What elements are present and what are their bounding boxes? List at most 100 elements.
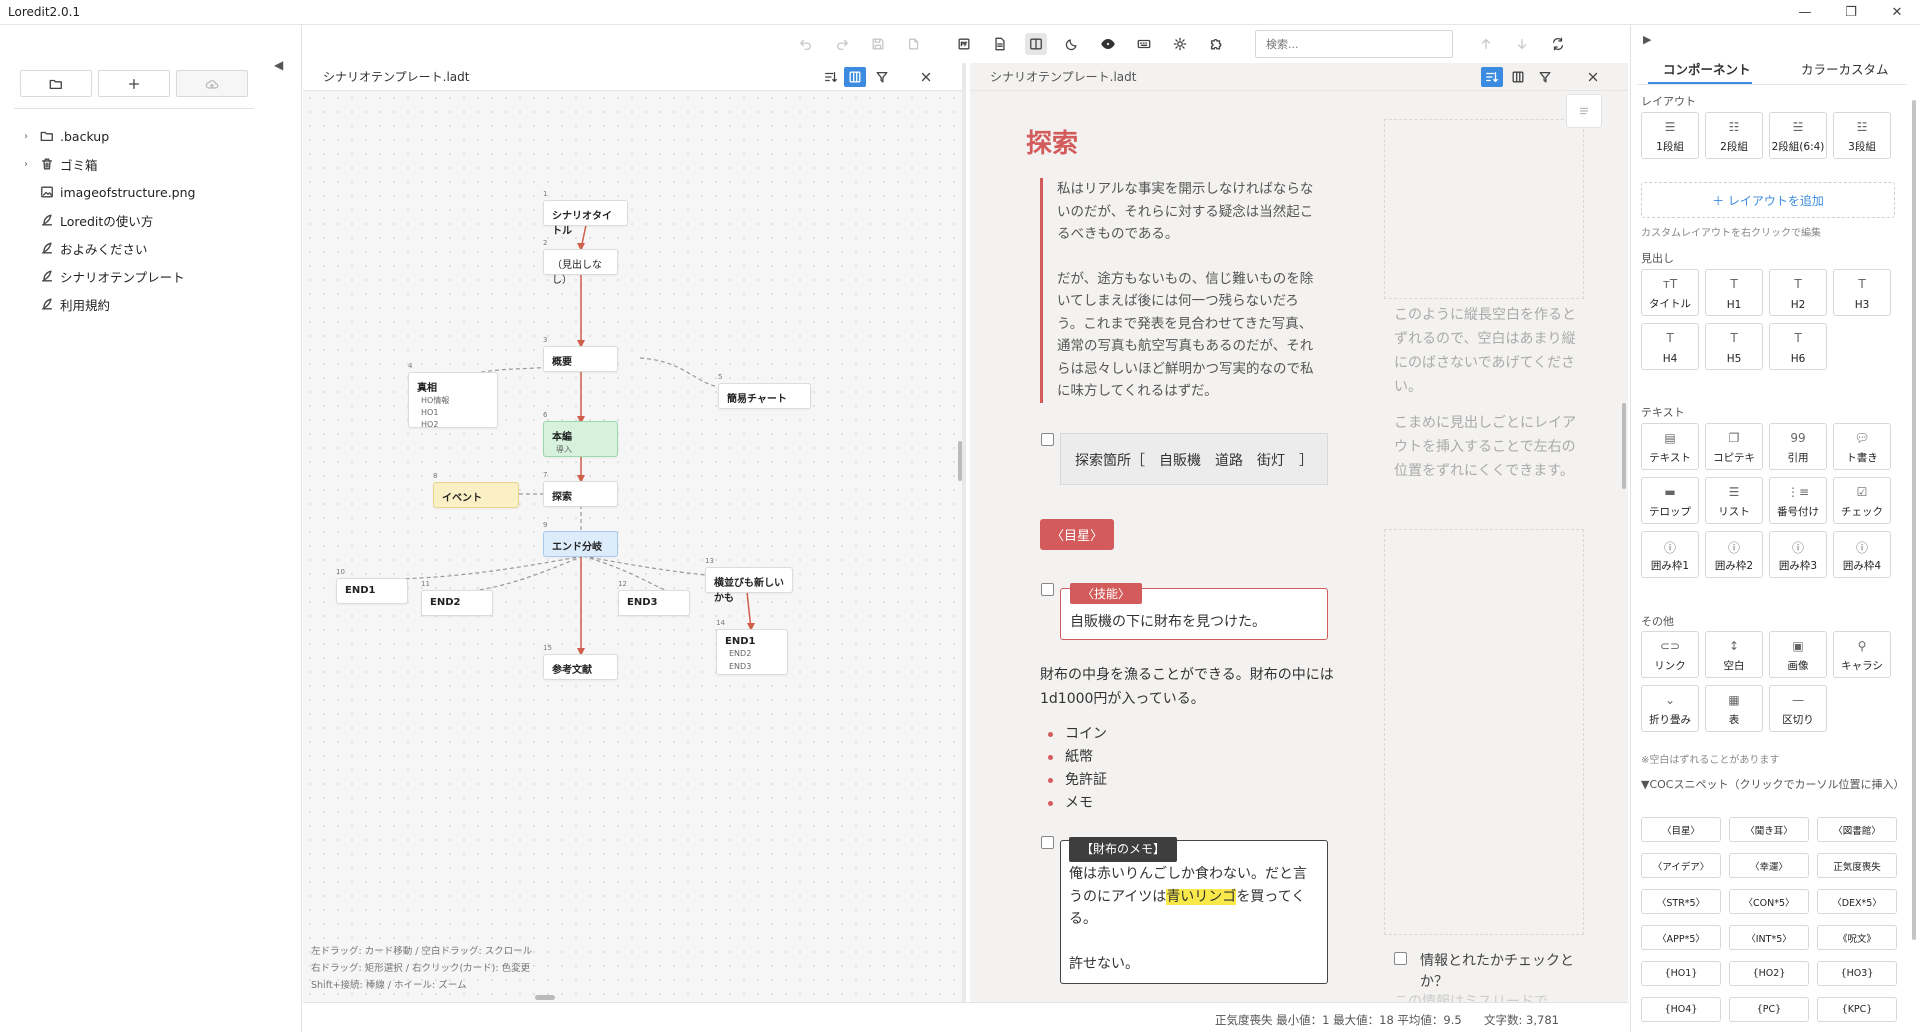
collapse-sidebar-icon[interactable]: ◀ <box>274 58 283 72</box>
heading-title-button[interactable]: ᴛT タイトル <box>1641 269 1699 316</box>
snippet-button[interactable]: {HO4} <box>1641 997 1721 1022</box>
tree-item-trash[interactable]: › ゴミ箱 <box>24 150 195 178</box>
checkbox[interactable] <box>1394 952 1407 965</box>
node-end-branch[interactable]: 9 エンド分岐 <box>543 521 618 557</box>
checkbox[interactable] <box>1041 433 1054 446</box>
heading-h6-button[interactable]: T H6 <box>1769 323 1827 370</box>
sort-button[interactable] <box>820 67 842 87</box>
search-prev-button[interactable] <box>1475 33 1497 55</box>
heading-h5-button[interactable]: T H5 <box>1705 323 1763 370</box>
outline-button[interactable] <box>1566 94 1602 128</box>
node-end2[interactable]: 11 END2 <box>421 580 493 616</box>
frame1-button[interactable]: ⓘ 囲み枠1 <box>1641 531 1699 578</box>
link-button[interactable]: ⊂⊃ リンク <box>1641 631 1699 678</box>
collapse-panel-icon[interactable]: ▶ <box>1643 33 1651 46</box>
chevron-right-icon[interactable]: › <box>24 159 34 170</box>
tree-item-readme[interactable]: およみください <box>24 234 195 262</box>
snippet-button[interactable]: 〈APP*5〉 <box>1641 925 1721 950</box>
snippet-button[interactable]: 正気度喪失 <box>1817 853 1897 878</box>
replace-button[interactable] <box>1547 33 1569 55</box>
node-end1[interactable]: 10 END1 <box>336 568 408 604</box>
save-button[interactable] <box>867 33 889 55</box>
close-pane-button[interactable] <box>915 67 937 87</box>
snippet-button[interactable]: {KPC} <box>1817 997 1897 1022</box>
node-references[interactable]: 15 参考文献 <box>543 644 618 680</box>
snippet-button[interactable]: 〈STR*5〉 <box>1641 889 1721 914</box>
canvas-horizontal-scrollbar[interactable] <box>535 995 555 1000</box>
cloud-upload-button[interactable] <box>176 70 248 97</box>
checkbox[interactable] <box>1041 583 1054 596</box>
search-input[interactable] <box>1255 30 1453 58</box>
list-button[interactable]: ☰ リスト <box>1705 477 1763 524</box>
node-truth[interactable]: 4 真相 HO情報 HO1 HO2 <box>408 362 498 429</box>
snippet-button[interactable]: {HO2} <box>1729 961 1809 986</box>
add-layout-button[interactable]: ＋ レイアウトを追加 <box>1641 182 1895 218</box>
close-window-icon[interactable]: ✕ <box>1874 0 1920 24</box>
tree-item-backup[interactable]: › .backup <box>24 122 195 150</box>
canvas-vertical-scrollbar[interactable] <box>958 441 962 481</box>
node-end-group[interactable]: 14 END1 END2 END3 <box>716 619 788 675</box>
node-event[interactable]: 8 イベント <box>433 472 519 508</box>
tree-item-howto[interactable]: Loreditの使い方 <box>24 206 195 234</box>
save-as-button[interactable] <box>903 33 925 55</box>
copy-text-button[interactable]: ❐ コピテキ <box>1705 423 1763 470</box>
snippet-button[interactable]: 〈目星〉 <box>1641 817 1721 842</box>
sort-button[interactable] <box>1481 67 1503 87</box>
node-explore[interactable]: 7 探索 <box>543 471 618 507</box>
filter-button[interactable] <box>1534 67 1556 87</box>
new-file-button[interactable] <box>98 70 170 97</box>
chevron-right-icon[interactable]: › <box>24 131 34 142</box>
filter-button[interactable] <box>871 67 893 87</box>
snippet-button[interactable]: 〈INT*5〉 <box>1729 925 1809 950</box>
tree-item-terms[interactable]: 利用規約 <box>24 290 195 318</box>
character-sheet-button[interactable]: ⚲ キャラシ <box>1833 631 1891 678</box>
close-pane-button[interactable] <box>1582 67 1604 87</box>
heading-h3-button[interactable]: T H3 <box>1833 269 1891 316</box>
node-end3[interactable]: 12 END3 <box>618 580 690 616</box>
numbered-list-button[interactable]: ⋮≡ 番号付け <box>1769 477 1827 524</box>
keyboard-button[interactable] <box>1133 33 1155 55</box>
maximize-icon[interactable]: ❐ <box>1828 0 1874 24</box>
node-main-story[interactable]: 6 本編 導入 <box>543 411 618 457</box>
node-overview[interactable]: 3 概要 <box>543 336 618 372</box>
snippet-button[interactable]: 〈図書館〉 <box>1817 817 1897 842</box>
node-simple-chart[interactable]: 5 簡易チャート <box>718 373 811 409</box>
node-horizontal[interactable]: 13 横並びも新しいかも <box>705 557 793 604</box>
checkbox[interactable] <box>1041 836 1054 849</box>
layout-toggle-button[interactable] <box>1507 67 1529 87</box>
blank-button[interactable]: ↕ 空白 <box>1705 631 1763 678</box>
settings-button[interactable] <box>1169 33 1191 55</box>
minimize-icon[interactable]: — <box>1782 0 1828 24</box>
layout-toggle-button[interactable] <box>844 67 866 87</box>
tab-components[interactable]: コンポーネント <box>1663 59 1751 78</box>
image-button[interactable]: ▣ 画像 <box>1769 631 1827 678</box>
snippet-button[interactable]: 《呪文》 <box>1817 925 1897 950</box>
flowchart-canvas[interactable]: 1 シナリオタイトル 2 （見出しなし） 3 概要 4 真相 HO情報 HO1 HO2 5 簡易… <box>303 91 962 1002</box>
tree-item-image[interactable]: imageofstructure.png <box>24 178 195 206</box>
open-folder-button[interactable] <box>20 70 92 97</box>
snippet-button[interactable]: 〈聞き耳〉 <box>1729 817 1809 842</box>
dark-mode-button[interactable] <box>1061 33 1083 55</box>
frame3-button[interactable]: ⓘ 囲み枠3 <box>1769 531 1827 578</box>
snippet-button[interactable]: 〈CON*5〉 <box>1729 889 1809 914</box>
layout-1col-button[interactable]: ☰ 1段組 <box>1641 112 1699 159</box>
redo-button[interactable] <box>831 33 853 55</box>
frame4-button[interactable]: ⓘ 囲み枠4 <box>1833 531 1891 578</box>
snippet-button[interactable]: {PC} <box>1729 997 1809 1022</box>
heading-h4-button[interactable]: T H4 <box>1641 323 1699 370</box>
node-no-heading[interactable]: 2 （見出しなし） <box>543 239 618 286</box>
heading-h2-button[interactable]: T H2 <box>1769 269 1827 316</box>
layout-2col-button[interactable]: ☷ 2段組 <box>1705 112 1763 159</box>
document-button[interactable] <box>989 33 1011 55</box>
undo-button[interactable] <box>795 33 817 55</box>
heading-h1-button[interactable]: T H1 <box>1705 269 1763 316</box>
split-view-button[interactable] <box>1025 33 1047 55</box>
snippet-button[interactable]: 〈DEX*5〉 <box>1817 889 1897 914</box>
panel-scrollbar[interactable] <box>1912 100 1916 940</box>
telop-button[interactable]: ▬ テロップ <box>1641 477 1699 524</box>
frame2-button[interactable]: ⓘ 囲み枠2 <box>1705 531 1763 578</box>
fold-button[interactable]: ⌄ 折り畳み <box>1641 685 1699 732</box>
snippet-button[interactable]: {HO3} <box>1817 961 1897 986</box>
divider-button[interactable]: — 区切り <box>1769 685 1827 732</box>
layout-2col-64-button[interactable]: ☱ 2段組(6:4) <box>1769 112 1827 159</box>
